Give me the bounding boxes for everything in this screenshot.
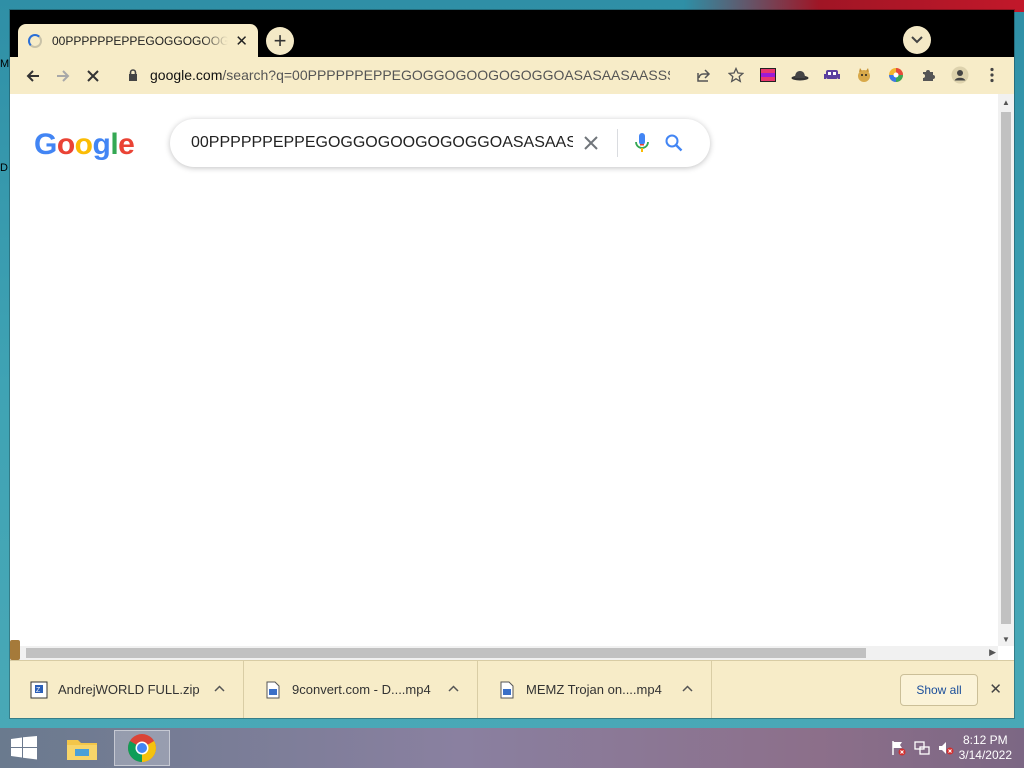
clock-time: 8:12 PM xyxy=(962,733,1008,747)
tab-title: 00PPPPPPEPPEGOGGOGOOGOGOG xyxy=(52,33,228,48)
download-item[interactable]: 9convert.com - D....mp4 xyxy=(244,660,478,718)
taskbar-clock[interactable]: 8:12 PM 3/14/2022 xyxy=(959,733,1012,763)
alien-icon[interactable] xyxy=(822,65,842,85)
page-content: Google 00PPPPPPEPPEGOGGOGOOGOGOGGOASASAA… xyxy=(10,94,998,646)
url-host: google.com xyxy=(150,67,223,83)
stop-icon xyxy=(87,69,99,82)
taskbar-file-explorer[interactable] xyxy=(54,730,110,766)
color-wheel-icon[interactable] xyxy=(886,65,906,85)
address-bar[interactable]: google.com/search?q=00PPPPPPEPPEGOGGOGOO… xyxy=(122,60,744,90)
system-tray xyxy=(890,740,954,756)
tab-strip: 00PPPPPPEPPEGOGGOGOOGOGOG ✕ + xyxy=(10,10,1014,57)
microphone-icon xyxy=(635,133,649,152)
action-center-flag-icon[interactable] xyxy=(890,740,906,756)
scroll-right-icon[interactable]: ▶ xyxy=(989,647,996,658)
windows-start-icon[interactable] xyxy=(10,736,38,760)
url-text[interactable]: google.com/search?q=00PPPPPPEPPEGOGGOGOO… xyxy=(150,67,670,83)
taskbar: 8:12 PM 3/14/2022 xyxy=(0,728,1024,768)
clock-date: 3/14/2022 xyxy=(958,748,1012,762)
share-icon[interactable] xyxy=(694,65,714,85)
forward-button[interactable] xyxy=(48,61,78,91)
search-input[interactable]: 00PPPPPPEPPEGOGGOGOOGOGOGGOASASAASAASSSA… xyxy=(191,134,573,152)
download-name: MEMZ Trojan on....mp4 xyxy=(526,682,662,697)
url-path: /search?q=00PPPPPPEPPEGOGGOGOOGOGOGGOASA… xyxy=(222,67,670,83)
video-file-icon xyxy=(500,681,514,698)
chevron-up-icon[interactable] xyxy=(214,681,225,695)
stop-button[interactable] xyxy=(78,61,108,91)
volume-muted-icon[interactable] xyxy=(938,740,954,756)
video-file-icon xyxy=(266,681,280,698)
lock-icon[interactable] xyxy=(122,68,144,82)
tab-search-button[interactable] xyxy=(903,26,931,54)
doge-icon[interactable] xyxy=(854,65,874,85)
browser-window: 00PPPPPPEPPEGOGGOGOOGOGOG ✕ + google.com… xyxy=(10,10,1014,718)
download-name: 9convert.com - D....mp4 xyxy=(292,682,431,697)
scrollbar-thumb[interactable] xyxy=(1001,112,1011,624)
flag-icon[interactable] xyxy=(758,65,778,85)
hat-icon[interactable] xyxy=(790,65,810,85)
svg-text:Z: Z xyxy=(36,687,41,694)
search-box[interactable]: 00PPPPPPEPPEGOGGOGOOGOGOGGOASASAASAASSSA… xyxy=(170,119,710,167)
chrome-icon xyxy=(128,734,156,762)
zip-file-icon: Z xyxy=(30,681,48,698)
divider xyxy=(617,129,618,157)
resize-handle xyxy=(10,640,20,660)
download-name: AndrejWORLD FULL.zip xyxy=(58,682,200,697)
taskbar-chrome[interactable] xyxy=(114,730,170,766)
search-button[interactable] xyxy=(658,134,690,152)
download-item[interactable]: Z AndrejWORLD FULL.zip xyxy=(10,660,244,718)
forward-arrow-icon xyxy=(57,69,70,82)
show-all-button[interactable]: Show all xyxy=(900,674,978,706)
profile-icon[interactable] xyxy=(950,65,970,85)
back-button[interactable] xyxy=(18,61,48,91)
extensions-row xyxy=(758,65,1002,85)
chevron-down-icon xyxy=(911,36,923,44)
clear-search-button[interactable] xyxy=(573,136,609,150)
bookmark-star-icon[interactable] xyxy=(726,65,746,85)
downloads-bar: Z AndrejWORLD FULL.zip 9convert.com - D.… xyxy=(10,660,1014,718)
voice-search-button[interactable] xyxy=(626,133,658,153)
download-item[interactable]: MEMZ Trojan on....mp4 xyxy=(478,660,712,718)
loading-spinner-icon xyxy=(28,33,42,48)
scroll-up-icon[interactable]: ▲ xyxy=(998,98,1014,107)
search-icon xyxy=(665,134,683,152)
google-logo[interactable]: Google xyxy=(34,128,135,162)
close-icon xyxy=(584,136,598,150)
close-downloads-icon[interactable]: ✕ xyxy=(989,680,1002,698)
chevron-up-icon[interactable] xyxy=(448,681,459,695)
chevron-up-icon[interactable] xyxy=(682,681,693,695)
puzzle-icon[interactable] xyxy=(918,65,938,85)
new-tab-button[interactable]: + xyxy=(266,27,294,55)
vertical-scrollbar[interactable]: ▲ ▼ xyxy=(998,94,1014,646)
toolbar: google.com/search?q=00PPPPPPEPPEGOGGOGOO… xyxy=(10,57,1014,94)
network-icon[interactable] xyxy=(914,740,930,756)
back-arrow-icon xyxy=(26,69,39,82)
horizontal-scrollbar[interactable]: ▶ xyxy=(10,640,998,660)
scrollbar-thumb[interactable] xyxy=(26,648,866,658)
file-explorer-icon xyxy=(67,740,97,760)
tab-close-icon[interactable]: ✕ xyxy=(235,32,248,50)
scroll-down-icon[interactable]: ▼ xyxy=(998,635,1014,644)
menu-icon[interactable] xyxy=(982,65,1002,85)
tab-active[interactable]: 00PPPPPPEPPEGOGGOGOOGOGOG ✕ xyxy=(18,24,258,57)
